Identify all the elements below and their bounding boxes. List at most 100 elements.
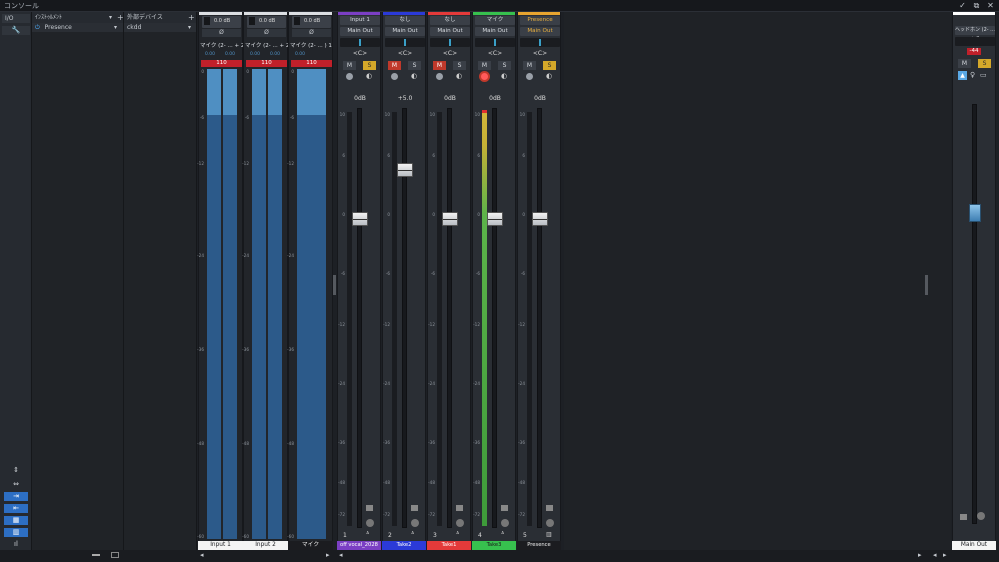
io-button[interactable]: I/O xyxy=(2,14,30,23)
output-select[interactable]: Main Out xyxy=(385,27,425,36)
restore-icon[interactable] xyxy=(111,552,119,558)
input-select[interactable]: なし xyxy=(430,16,470,25)
fader-track[interactable] xyxy=(357,108,362,528)
gain-knob-icon[interactable] xyxy=(294,17,300,25)
input-select[interactable]: Input 1 xyxy=(340,16,380,25)
scroll-left-icon[interactable]: ◂ xyxy=(200,551,204,559)
phase-button[interactable]: Ø xyxy=(247,29,286,37)
automation-icon[interactable]: ᐞ xyxy=(501,531,504,538)
monitor-icon[interactable]: ◐ xyxy=(366,72,372,80)
monitor-icon[interactable]: ◐ xyxy=(501,72,507,80)
pan-value[interactable]: <C> xyxy=(385,50,425,57)
fader-handle[interactable] xyxy=(969,204,981,222)
input-select[interactable]: なし xyxy=(385,16,425,25)
pan-value[interactable]: <C> xyxy=(340,50,380,57)
add-device-icon[interactable]: + xyxy=(188,12,195,23)
scroll-left-icon[interactable]: ◂ xyxy=(933,551,937,559)
expand-icon[interactable]: ⇕ xyxy=(4,466,28,475)
gain-knob-icon[interactable] xyxy=(204,17,210,25)
keyboard-icon[interactable]: ▥ xyxy=(4,528,28,537)
minimize-icon[interactable] xyxy=(92,554,100,556)
fader-handle[interactable] xyxy=(532,212,548,226)
output-select[interactable]: Main Out xyxy=(340,27,380,36)
meter-icon[interactable] xyxy=(960,514,967,520)
add-instrument-icon[interactable]: + xyxy=(117,12,124,23)
solo-button[interactable]: S xyxy=(543,61,556,70)
output-select[interactable]: Main Out xyxy=(520,27,560,36)
fader-track[interactable] xyxy=(447,108,452,528)
input-select[interactable]: Presence xyxy=(520,16,560,25)
chevron-down-icon[interactable]: ▾ xyxy=(114,23,117,32)
automation-icon[interactable]: ▥ xyxy=(546,531,552,538)
splitter-handle[interactable] xyxy=(925,275,928,295)
scroll-left-icon[interactable]: ◂ xyxy=(339,551,343,559)
mic-icon[interactable]: ♀ xyxy=(970,71,975,79)
monitor-icon[interactable]: ◐ xyxy=(456,72,462,80)
record-icon[interactable] xyxy=(366,519,374,527)
mute-button[interactable]: M xyxy=(478,61,491,70)
meter-icon[interactable] xyxy=(366,505,373,511)
pan-value[interactable]: <C> xyxy=(475,50,515,57)
record-icon[interactable] xyxy=(456,519,464,527)
chevron-down-icon[interactable]: ▾ xyxy=(188,23,191,32)
solo-button[interactable]: S xyxy=(453,61,466,70)
fader-handle[interactable] xyxy=(397,163,413,177)
fader-handle[interactable] xyxy=(442,212,458,226)
record-icon[interactable] xyxy=(346,73,353,80)
record-icon[interactable] xyxy=(391,73,398,80)
collapse-icon[interactable]: ⇔ xyxy=(4,480,28,489)
automation-icon[interactable]: ᐞ xyxy=(366,531,369,538)
fader-handle[interactable] xyxy=(352,212,368,226)
meter-icon[interactable] xyxy=(411,505,418,511)
solo-button[interactable]: S xyxy=(408,61,421,70)
record-icon[interactable] xyxy=(501,519,509,527)
bank-icon[interactable]: ▦ xyxy=(4,516,28,525)
mute-button[interactable]: M xyxy=(523,61,536,70)
fader-track[interactable] xyxy=(537,108,542,528)
input-select[interactable]: マイク xyxy=(475,16,515,25)
solo-button[interactable]: S xyxy=(363,61,376,70)
fader-handle[interactable] xyxy=(487,212,503,226)
record-icon[interactable] xyxy=(436,73,443,80)
wrench-icon[interactable]: 🔧 xyxy=(2,26,30,35)
phase-button[interactable]: Ø xyxy=(202,29,241,37)
fader-track[interactable] xyxy=(972,104,977,524)
output-channels-icon[interactable]: ⇤ xyxy=(4,504,28,513)
input-channels-icon[interactable]: ⇥ xyxy=(4,492,28,501)
automation-icon[interactable]: ᐞ xyxy=(456,531,459,538)
power-icon[interactable]: ⏻ xyxy=(32,24,43,31)
mute-button[interactable]: M xyxy=(958,59,971,68)
list-item[interactable]: ckdd ▾ xyxy=(124,23,196,32)
record-icon[interactable] xyxy=(526,73,533,80)
scroll-right-icon[interactable]: ▸ xyxy=(943,551,947,559)
record-icon[interactable] xyxy=(546,519,554,527)
meter-icon[interactable] xyxy=(501,505,508,511)
output-select[interactable]: Main Out xyxy=(475,27,515,36)
mute-button[interactable]: M xyxy=(388,61,401,70)
scroll-right-icon[interactable]: ▸ xyxy=(326,551,330,559)
pan-value[interactable]: <C> xyxy=(520,50,560,57)
meter-icon[interactable] xyxy=(456,505,463,511)
gain-control[interactable]: 0.0 dB xyxy=(292,16,331,28)
close-icon[interactable]: ✕ xyxy=(985,0,996,11)
meter-icon[interactable]: ıl xyxy=(4,540,28,549)
record-icon[interactable] xyxy=(481,73,488,80)
output-select[interactable]: Main Out xyxy=(430,27,470,36)
list-item[interactable]: ⏻ Presence ▾ xyxy=(32,23,123,32)
fader-track[interactable] xyxy=(492,108,497,528)
solo-button[interactable]: S xyxy=(498,61,511,70)
gain-knob-icon[interactable] xyxy=(249,17,255,25)
phase-button[interactable]: Ø xyxy=(292,29,331,37)
automation-icon[interactable]: ᐞ xyxy=(411,531,414,538)
solo-button[interactable]: S xyxy=(978,59,991,68)
detach-icon[interactable]: ⧉ xyxy=(971,0,982,11)
pan-value[interactable]: <C> xyxy=(430,50,470,57)
main-route[interactable]: ヘッドホン (2- ... + 2 xyxy=(955,26,995,42)
monitor-icon[interactable]: ▲ xyxy=(958,71,967,80)
gain-control[interactable]: 0.0 dB xyxy=(247,16,286,28)
speaker-icon[interactable]: ▭ xyxy=(980,71,987,79)
mute-button[interactable]: M xyxy=(343,61,356,70)
mute-button[interactable]: M xyxy=(433,61,446,70)
dropdown-icon[interactable]: ▾ xyxy=(109,12,112,23)
check-icon[interactable]: ✓ xyxy=(957,0,968,11)
